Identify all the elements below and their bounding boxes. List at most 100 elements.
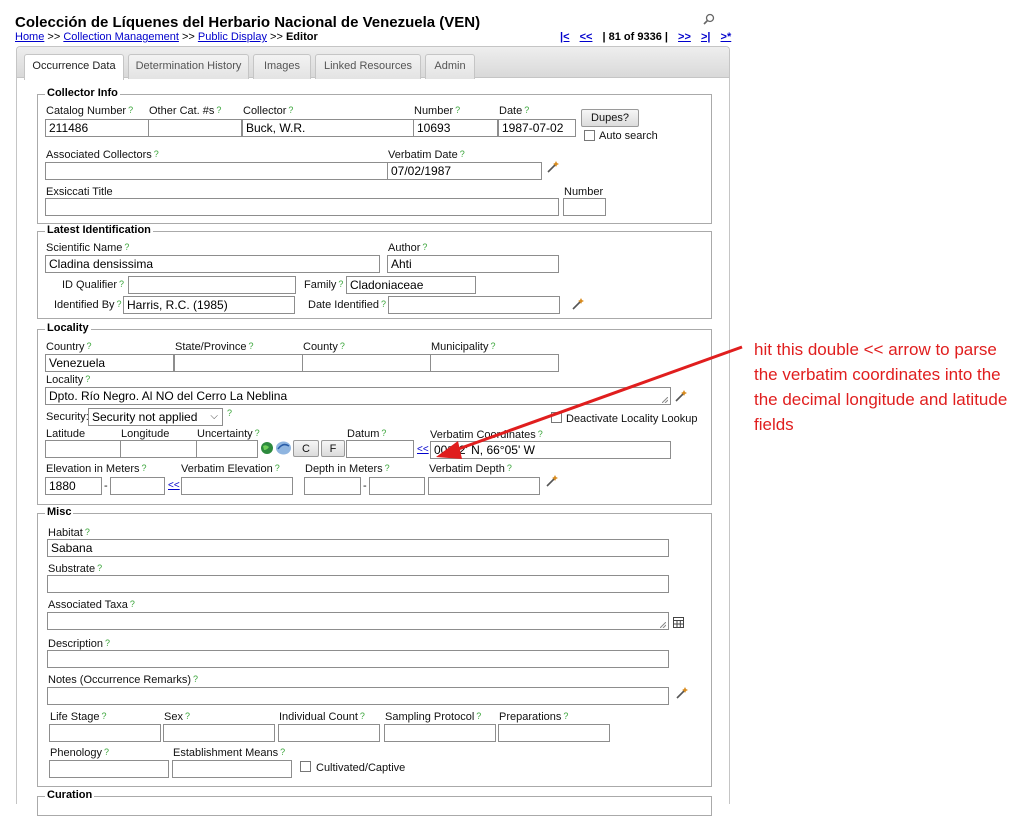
habitat-label: Habitat?: [48, 527, 90, 539]
verbatim-coordinates-input[interactable]: 00°52' N, 66°05' W: [430, 441, 671, 459]
parse-verbatim-coordinates-link[interactable]: <<: [417, 444, 429, 455]
globe-icon[interactable]: [260, 441, 274, 455]
number-label: Number?: [414, 105, 461, 117]
other-catalog-input[interactable]: [148, 119, 242, 137]
table-icon[interactable]: [673, 617, 684, 628]
verbatim-elevation-input[interactable]: [181, 477, 293, 495]
record-navigation: |< << | 81 of 9336 | >> >| >*: [560, 31, 738, 43]
magic-wand-icon[interactable]: [546, 160, 560, 174]
author-input[interactable]: Ahti: [387, 255, 559, 273]
collector-input[interactable]: Buck, W.R.: [242, 119, 414, 137]
misc-legend: Misc: [45, 506, 74, 518]
coordinate-convert-f-button[interactable]: F: [321, 440, 345, 457]
catalog-number-label: Catalog Number?: [46, 105, 134, 117]
tab-occurrence-data[interactable]: Occurrence Data: [24, 54, 124, 80]
magic-wand-icon[interactable]: [674, 389, 688, 403]
uncertainty-input[interactable]: [196, 440, 258, 458]
exsiccati-number-input[interactable]: [563, 198, 606, 216]
tab-images[interactable]: Images: [253, 54, 311, 79]
nav-new-record-link[interactable]: >*: [721, 31, 732, 43]
record-number-input[interactable]: 10693: [413, 119, 498, 137]
notes-input[interactable]: [47, 687, 669, 705]
country-input[interactable]: Venezuela: [45, 354, 174, 372]
individual-count-label: Individual Count?: [279, 711, 365, 723]
nav-next-link[interactable]: >>: [678, 31, 691, 43]
tab-determination-history[interactable]: Determination History: [128, 54, 249, 79]
establishment-means-input[interactable]: [172, 760, 292, 778]
verbatim-date-input[interactable]: 07/02/1987: [387, 162, 542, 180]
associated-taxa-textarea[interactable]: [47, 612, 669, 630]
dupes-button[interactable]: Dupes?: [581, 109, 639, 127]
longitude-input[interactable]: [120, 440, 197, 458]
id-qualifier-input[interactable]: [128, 276, 296, 294]
elevation-label: Elevation in Meters?: [46, 463, 147, 475]
individual-count-input[interactable]: [278, 724, 380, 742]
elevation-min-input[interactable]: 1880: [45, 477, 102, 495]
cultivated-checkbox[interactable]: [300, 761, 311, 772]
event-date-input[interactable]: 1987-07-02: [498, 119, 576, 137]
latitude-input[interactable]: [45, 440, 121, 458]
georeference-tool-icon[interactable]: [275, 440, 292, 456]
sampling-protocol-input[interactable]: [384, 724, 496, 742]
identified-by-input[interactable]: Harris, R.C. (1985): [123, 296, 295, 314]
locality-textarea[interactable]: Dpto. Río Negro. Al NO del Cerro La Nebl…: [45, 387, 671, 405]
scientific-name-input[interactable]: Cladina densissima: [45, 255, 380, 273]
sampling-protocol-label: Sampling Protocol?: [385, 711, 482, 723]
preparations-input[interactable]: [498, 724, 610, 742]
parse-verbatim-elevation-link[interactable]: <<: [168, 480, 180, 491]
resize-grip-icon[interactable]: [660, 622, 666, 628]
magic-wand-icon[interactable]: [675, 686, 689, 700]
id-qualifier-label: ID Qualifier?: [62, 279, 125, 291]
collector-info-legend: Collector Info: [45, 87, 120, 99]
locality-label: Locality?: [46, 374, 91, 386]
tab-linked-resources[interactable]: Linked Resources: [315, 54, 421, 79]
datum-input[interactable]: [346, 440, 414, 458]
family-input[interactable]: Cladoniaceae: [346, 276, 476, 294]
magic-wand-icon[interactable]: [545, 474, 559, 488]
tab-admin[interactable]: Admin: [425, 54, 475, 79]
phenology-input[interactable]: [49, 760, 169, 778]
depth-max-input[interactable]: [369, 477, 425, 495]
substrate-label: Substrate?: [48, 563, 103, 575]
nav-prev-link[interactable]: <<: [580, 31, 593, 43]
longitude-label: Longitude: [121, 428, 170, 440]
county-input[interactable]: [302, 354, 431, 372]
state-province-input[interactable]: [174, 354, 303, 372]
breadcrumb-public-link[interactable]: Public Display: [198, 31, 267, 43]
page-title: Colección de Líquenes del Herbario Nacio…: [15, 14, 481, 31]
life-stage-input[interactable]: [49, 724, 161, 742]
date-identified-input[interactable]: [388, 296, 560, 314]
exsiccati-number-label: Number: [564, 186, 604, 198]
verbatim-depth-input[interactable]: [428, 477, 540, 495]
curation-section: [37, 796, 712, 816]
coordinate-convert-c-button[interactable]: C: [293, 440, 319, 457]
exsiccati-title-input[interactable]: [45, 198, 559, 216]
resize-grip-icon[interactable]: [662, 397, 668, 403]
magic-wand-icon[interactable]: [571, 297, 585, 311]
auto-search-checkbox[interactable]: [584, 130, 595, 141]
description-input[interactable]: [47, 650, 669, 668]
sex-label: Sex?: [164, 711, 190, 723]
depth-min-input[interactable]: [304, 477, 361, 495]
exsiccati-title-label: Exsiccati Title: [46, 186, 113, 198]
nav-first-link[interactable]: |<: [560, 31, 570, 43]
depth-label: Depth in Meters?: [305, 463, 390, 475]
substrate-input[interactable]: [47, 575, 669, 593]
locality-legend: Locality: [45, 322, 91, 334]
breadcrumb-collection-link[interactable]: Collection Management: [63, 31, 179, 43]
search-icon[interactable]: [703, 13, 715, 25]
habitat-input[interactable]: Sabana: [47, 539, 669, 557]
preparations-label: Preparations?: [499, 711, 569, 723]
breadcrumb-home-link[interactable]: Home: [15, 31, 44, 43]
security-select[interactable]: Security not applied ⌵: [88, 408, 223, 426]
sex-input[interactable]: [163, 724, 275, 742]
associated-collectors-input[interactable]: [45, 162, 388, 180]
municipality-input[interactable]: [430, 354, 559, 372]
deactivate-lookup-checkbox[interactable]: [551, 412, 562, 423]
elevation-max-input[interactable]: [110, 477, 165, 495]
security-help-icon: ?: [227, 408, 233, 418]
catalog-number-input[interactable]: 211486: [45, 119, 149, 137]
annotation-text: hit this double << arrow to parse the ve…: [754, 340, 1008, 434]
verbatim-coordinates-label: Verbatim Coordinates?: [430, 429, 543, 441]
nav-last-link[interactable]: >|: [701, 31, 711, 43]
